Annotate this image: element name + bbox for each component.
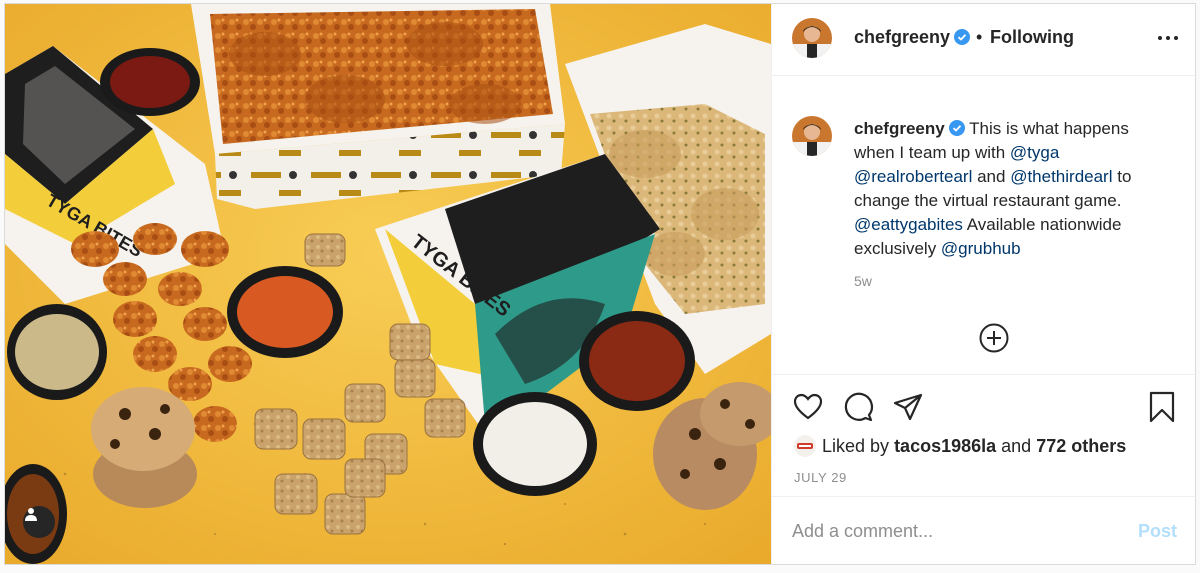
caption-section: chefgreeny This is what happens when I t…	[772, 76, 1197, 374]
likes-summary: Liked by tacos1986la and 772 others	[794, 433, 1126, 459]
mention-link[interactable]: @grubhub	[941, 239, 1021, 258]
bookmark-icon[interactable]	[1146, 391, 1178, 423]
post-date[interactable]: JULY 29	[794, 470, 847, 485]
post-header: chefgreeny • Following	[772, 4, 1197, 76]
post-photo[interactable]: TYGA BITES TYGA BITES	[5, 4, 771, 564]
mention-link[interactable]: @eattygabites	[854, 215, 963, 234]
caption-body: This is what happens when I team up with…	[854, 119, 1131, 258]
post-comment-button[interactable]: Post	[1138, 521, 1177, 542]
instagram-post-frame: TYGA BITES TYGA BITES chefgreeny • Follo…	[0, 0, 1200, 573]
verified-badge-icon	[954, 29, 971, 45]
paper-plane-icon[interactable]	[892, 391, 924, 423]
likes-joiner: and	[1001, 435, 1032, 456]
caption-avatar[interactable]	[792, 116, 832, 156]
user-tag-icon	[25, 508, 37, 521]
mention-link[interactable]: @thethirdearl	[1010, 167, 1112, 186]
likes-prefix: Liked by	[822, 435, 890, 456]
mention-link[interactable]: @realrobertearl	[854, 167, 972, 186]
add-circle-icon[interactable]	[979, 323, 1009, 353]
heart-icon[interactable]	[792, 391, 824, 423]
food-photo-illustration: TYGA BITES TYGA BITES	[5, 4, 771, 564]
avatar-image	[792, 18, 832, 58]
comment-section: Post	[772, 496, 1197, 564]
avatar[interactable]	[792, 18, 832, 58]
caption-username[interactable]: chefgreeny	[854, 119, 945, 138]
separator-dot: •	[976, 27, 983, 47]
avatar-image	[792, 116, 832, 156]
likes-others[interactable]: 772 others	[1036, 436, 1126, 457]
liker-avatar[interactable]	[794, 435, 816, 457]
caption-text: and	[972, 167, 1011, 186]
username-link[interactable]: chefgreeny	[854, 27, 971, 48]
mention-link[interactable]: @tyga	[1010, 143, 1059, 162]
post-side-panel: chefgreeny • Following chefgreeny This i…	[771, 4, 1197, 564]
username-text: chefgreeny	[854, 27, 951, 47]
comment-input[interactable]	[792, 517, 1112, 545]
instagram-post: TYGA BITES TYGA BITES chefgreeny • Follo…	[4, 3, 1197, 565]
liker-username[interactable]: tacos1986la	[894, 436, 996, 457]
more-options-button[interactable]	[1156, 26, 1180, 50]
post-caption: chefgreeny This is what happens when I t…	[854, 117, 1174, 261]
verified-badge-icon	[948, 120, 965, 136]
liker-avatar-image	[794, 435, 816, 457]
tagged-users-button[interactable]	[23, 506, 55, 538]
following-button[interactable]: Following	[990, 27, 1074, 48]
actions-section: Liked by tacos1986la and 772 others JULY…	[772, 374, 1197, 496]
more-options-icon	[1158, 36, 1178, 40]
post-age[interactable]: 5w	[854, 273, 872, 289]
comment-icon[interactable]	[842, 391, 874, 423]
